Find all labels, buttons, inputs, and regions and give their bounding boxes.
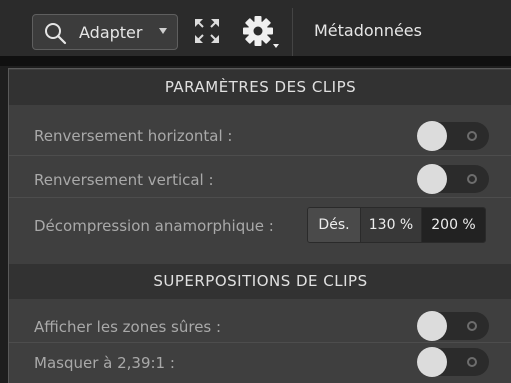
row-divider bbox=[9, 155, 511, 156]
toggle-knob bbox=[417, 121, 447, 151]
toggle-off-icon bbox=[467, 131, 477, 141]
top-toolbar: Adapter Métadonnées bbox=[0, 0, 511, 66]
mask-toggle[interactable] bbox=[417, 347, 489, 377]
row-divider bbox=[9, 197, 511, 198]
safe-zones-toggle[interactable] bbox=[417, 311, 489, 341]
toggle-knob bbox=[417, 311, 447, 341]
fullscreen-icon[interactable] bbox=[192, 14, 222, 48]
clip-overlays-header: SUPERPOSITIONS DE CLIPS bbox=[9, 264, 511, 299]
settings-panel: PARAMÈTRES DES CLIPS Renversement horizo… bbox=[8, 68, 511, 383]
anamorphic-option-200[interactable]: 200 % bbox=[422, 208, 485, 242]
toolbar-shadow bbox=[0, 56, 511, 66]
mask-label: Masquer à 2,39:1 : bbox=[34, 354, 175, 372]
toggle-off-icon bbox=[467, 174, 477, 184]
tab-metadata[interactable]: Métadonnées bbox=[314, 21, 422, 40]
vertical-flip-toggle[interactable] bbox=[417, 164, 489, 194]
clip-settings-header: PARAMÈTRES DES CLIPS bbox=[9, 70, 511, 105]
anamorphic-option-130[interactable]: 130 % bbox=[360, 208, 422, 242]
toggle-knob bbox=[417, 347, 447, 377]
anamorphic-option-off[interactable]: Dés. bbox=[308, 208, 360, 242]
horizontal-flip-label: Renversement horizontal : bbox=[34, 127, 233, 145]
toggle-knob bbox=[417, 164, 447, 194]
zoom-select[interactable]: Adapter bbox=[32, 14, 178, 50]
toggle-off-icon bbox=[467, 321, 477, 331]
vertical-flip-label: Renversement vertical : bbox=[34, 171, 214, 189]
zoom-select-value: Adapter bbox=[79, 23, 143, 42]
toggle-off-icon bbox=[467, 357, 477, 367]
horizontal-flip-toggle[interactable] bbox=[417, 121, 489, 151]
safe-zones-label: Afficher les zones sûres : bbox=[34, 318, 222, 336]
toolbar-divider bbox=[292, 8, 293, 56]
gear-icon[interactable] bbox=[236, 10, 284, 54]
chevron-down-icon bbox=[159, 28, 167, 34]
row-divider bbox=[9, 342, 511, 343]
anamorphic-segmented-control: Dés. 130 % 200 % bbox=[307, 207, 486, 243]
anamorphic-label: Décompression anamorphique : bbox=[34, 217, 274, 235]
search-icon bbox=[45, 23, 67, 45]
